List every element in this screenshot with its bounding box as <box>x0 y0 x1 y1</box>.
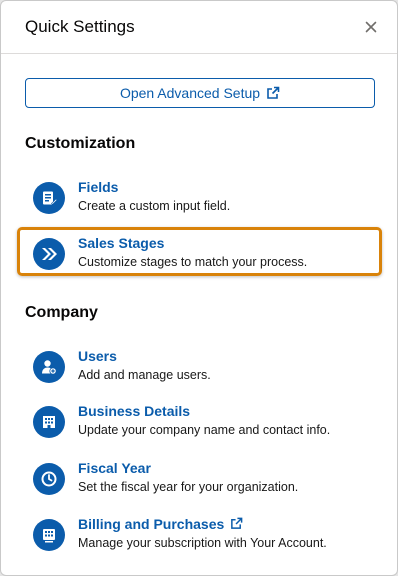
external-link-icon <box>267 86 280 99</box>
fields-icon <box>33 182 65 214</box>
section-title-company: Company <box>25 304 98 321</box>
setting-item-billing-and-purchases[interactable]: Billing and Purchases Manage your subscr… <box>33 515 383 555</box>
setting-item-fields[interactable]: Fields Create a custom input field. <box>33 178 383 218</box>
setting-item-title: Fiscal Year <box>78 460 151 476</box>
setting-item-description: Manage your subscription with Your Accou… <box>78 536 327 550</box>
chevrons-icon <box>33 238 65 270</box>
setting-item-title: Billing and Purchases <box>78 515 243 533</box>
setting-item-description: Add and manage users. <box>78 368 211 382</box>
clock-icon <box>33 463 65 495</box>
billing-title-text: Billing and Purchases <box>78 516 225 532</box>
setting-item-title: Users <box>78 348 117 364</box>
setting-item-description: Customize stages to match your process. <box>78 255 308 269</box>
open-advanced-setup-button[interactable]: Open Advanced Setup <box>25 78 375 108</box>
open-advanced-setup-label: Open Advanced Setup <box>119 85 261 101</box>
external-link-icon <box>231 517 243 529</box>
building-icon <box>33 406 65 438</box>
add-user-icon <box>33 351 65 383</box>
setting-item-fiscal-year[interactable]: Fiscal Year Set the fiscal year for your… <box>33 459 383 499</box>
section-title-customization: Customization <box>25 135 136 152</box>
billing-icon <box>33 519 65 551</box>
panel-title: Quick Settings <box>25 17 135 36</box>
setting-item-sales-stages[interactable]: Sales Stages Customize stages to match y… <box>33 234 383 274</box>
setting-item-description: Update your company name and contact inf… <box>78 423 331 437</box>
setting-item-description: Create a custom input field. <box>78 199 231 213</box>
setting-item-title: Fields <box>78 179 119 195</box>
panel-header: Quick Settings <box>1 1 397 54</box>
close-icon[interactable] <box>359 15 383 39</box>
setting-item-description: Set the fiscal year for your organizatio… <box>78 480 299 494</box>
setting-item-title: Business Details <box>78 403 191 419</box>
setting-item-users[interactable]: Users Add and manage users. <box>33 347 383 387</box>
quick-settings-panel: Quick Settings Open Advanced Setup Custo… <box>0 0 398 576</box>
setting-item-title: Sales Stages <box>78 235 165 251</box>
setting-item-business-details[interactable]: Business Details Update your company nam… <box>33 402 383 442</box>
